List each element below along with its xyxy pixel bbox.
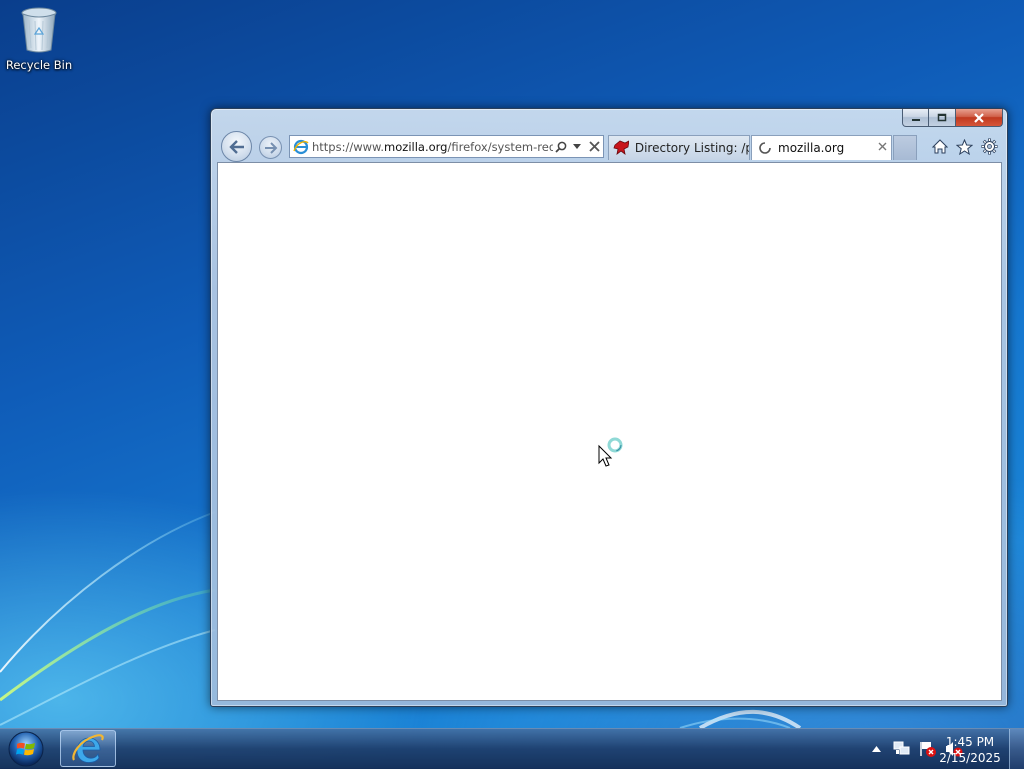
close-window-button[interactable] — [956, 109, 1003, 127]
desktop-icon-recycle-bin[interactable]: Recycle Bin — [4, 6, 74, 72]
taskbar: 1:45 PM 2/15/2025 — [0, 728, 1024, 769]
taskbar-internet-explorer[interactable] — [60, 730, 116, 767]
chevron-down-icon — [573, 143, 581, 149]
back-button[interactable] — [221, 131, 252, 162]
stop-button[interactable] — [585, 137, 603, 157]
show-desktop-button[interactable] — [1009, 729, 1024, 769]
close-tab-button[interactable] — [878, 140, 887, 155]
address-dropdown-button[interactable] — [569, 137, 585, 157]
forward-button[interactable] — [259, 136, 282, 159]
system-clock[interactable]: 1:45 PM 2/15/2025 — [938, 734, 1002, 766]
forward-arrow-icon — [264, 141, 277, 154]
star-icon — [956, 138, 973, 155]
minimize-button[interactable] — [902, 109, 929, 127]
search-icon — [555, 141, 567, 153]
start-button[interactable] — [6, 730, 46, 768]
directory-listing-favicon — [613, 140, 629, 155]
chevron-up-icon — [871, 746, 881, 752]
address-bar[interactable]: https://www.mozilla.org/firefox/system-r… — [289, 135, 604, 158]
stop-x-icon — [588, 141, 600, 152]
page-content-area[interactable] — [217, 162, 1002, 701]
action-center-flag-button[interactable] — [918, 739, 938, 759]
close-icon — [974, 112, 984, 123]
maximize-icon — [937, 113, 947, 121]
url-scheme: https://www. — [312, 139, 385, 154]
action-center-flag-icon — [920, 742, 936, 757]
network-icon — [893, 741, 910, 755]
tab-title: mozilla.org — [778, 141, 845, 155]
window-caption-buttons — [902, 109, 1003, 127]
loading-spinner-icon — [759, 142, 771, 154]
action-center-icon[interactable] — [892, 739, 912, 759]
command-icons — [930, 137, 999, 156]
tab-title: Directory Listing: /p... — [634, 141, 749, 155]
desktop-icon-label: Recycle Bin — [5, 58, 73, 72]
navigation-bar: https://www.mozilla.org/firefox/system-r… — [217, 131, 1001, 162]
minimize-icon — [911, 118, 920, 121]
ie-page-icon — [293, 139, 309, 154]
browser-window: https://www.mozilla.org/firefox/system-r… — [210, 108, 1008, 707]
recycle-bin-icon — [21, 7, 57, 53]
tab-directory-listing[interactable]: Directory Listing: /p... — [608, 135, 750, 160]
busy-cursor-icon — [598, 437, 623, 467]
close-icon — [878, 142, 887, 151]
url-path: /firefox/system-requ — [447, 139, 553, 154]
new-tab-button[interactable] — [893, 135, 917, 160]
show-hidden-icons-button[interactable] — [866, 739, 886, 759]
url-domain: mozilla.org — [384, 139, 448, 154]
tab-mozilla[interactable]: mozilla.org — [751, 135, 892, 160]
tools-button[interactable] — [980, 137, 999, 156]
home-button[interactable] — [930, 137, 949, 156]
maximize-button[interactable] — [929, 109, 956, 127]
gear-icon — [981, 138, 998, 155]
clock-date: 2/15/2025 — [939, 751, 1001, 765]
internet-explorer-icon — [72, 733, 104, 763]
address-url[interactable]: https://www.mozilla.org/firefox/system-r… — [312, 140, 553, 154]
clock-time: 1:45 PM — [945, 735, 995, 749]
home-icon — [931, 139, 948, 154]
windows-logo-icon — [8, 731, 44, 767]
search-button[interactable] — [553, 137, 569, 157]
back-arrow-icon — [228, 139, 244, 154]
favorites-button[interactable] — [955, 137, 974, 156]
